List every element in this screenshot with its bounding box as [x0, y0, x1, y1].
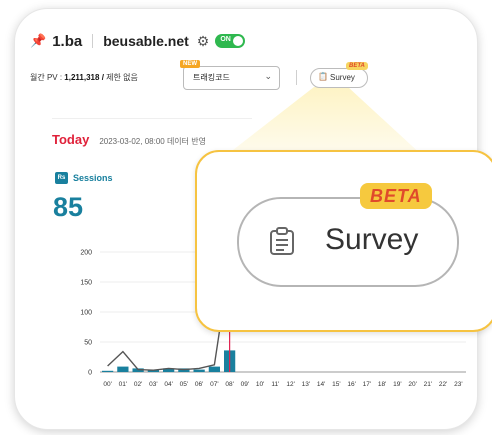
- zoom-beta-badge: BETA: [360, 183, 432, 209]
- y-tick-label: 150: [80, 280, 92, 287]
- y-tick-label: 200: [80, 250, 92, 257]
- x-tick-label: 21': [424, 381, 432, 388]
- y-tick-label: 50: [84, 340, 92, 347]
- x-tick-label: 03': [149, 381, 157, 388]
- x-tick-label: 05': [180, 381, 188, 388]
- x-tick-label: 12': [286, 381, 294, 388]
- x-tick-label: 11': [271, 381, 279, 388]
- x-tick-label: 04': [164, 381, 172, 388]
- zoom-survey-button[interactable]: Survey: [237, 197, 459, 287]
- y-tick-label: 100: [80, 310, 92, 317]
- clipboard-icon: [270, 227, 294, 255]
- x-tick-label: 19': [393, 381, 401, 388]
- x-tick-label: 15': [332, 381, 340, 388]
- bar: [193, 369, 205, 372]
- bar: [102, 370, 114, 372]
- x-tick-label: 13': [302, 381, 310, 388]
- zoom-survey-label: Survey: [325, 223, 419, 256]
- y-tick-label: 0: [88, 370, 92, 377]
- bar: [117, 366, 129, 372]
- zoom-panel: Survey: [195, 150, 492, 332]
- x-tick-label: 06': [195, 381, 203, 388]
- x-tick-label: 23': [454, 381, 462, 388]
- x-tick-label: 14': [317, 381, 325, 388]
- x-tick-label: 01': [119, 381, 127, 388]
- x-tick-label: 07': [210, 381, 218, 388]
- x-tick-label: 17': [363, 381, 371, 388]
- x-tick-label: 09': [241, 381, 249, 388]
- x-tick-label: 16': [347, 381, 355, 388]
- bar: [208, 366, 220, 372]
- x-tick-label: 18': [378, 381, 386, 388]
- x-tick-label: 22': [439, 381, 447, 388]
- x-tick-label: 20': [408, 381, 416, 388]
- x-tick-label: 10': [256, 381, 264, 388]
- x-tick-label: 00': [103, 381, 111, 388]
- x-tick-label: 08': [225, 381, 233, 388]
- x-tick-label: 02': [134, 381, 142, 388]
